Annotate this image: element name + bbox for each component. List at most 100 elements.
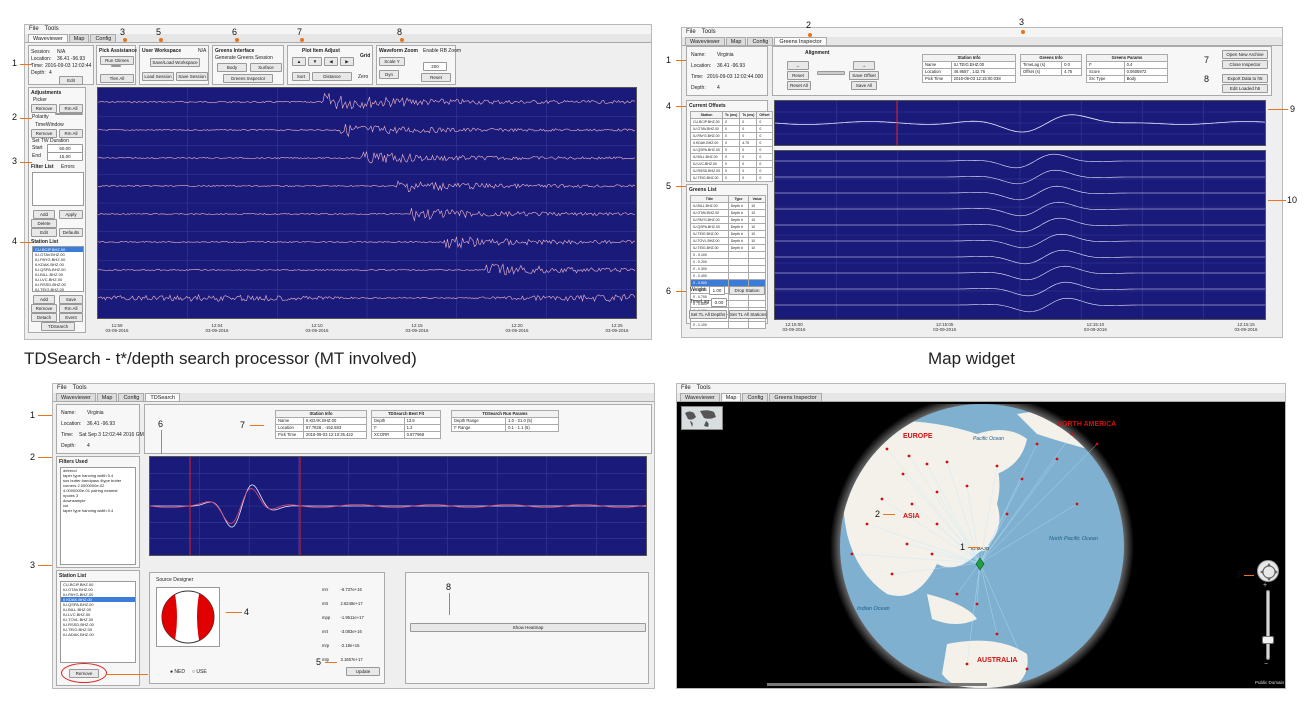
picker-remove-button[interactable]: Remove — [31, 104, 57, 113]
edit-loaded-button[interactable]: Edit Loaded h5 — [1222, 84, 1268, 93]
list-item[interactable]: taper type hanning width 0.4 — [61, 508, 135, 513]
station-rm-all-button[interactable]: Rm All — [59, 304, 83, 313]
align-save-offset-button[interactable]: Save Offset — [849, 71, 879, 80]
tab-config[interactable]: Config — [747, 37, 774, 45]
picker-rm-all-button[interactable]: Rm All — [59, 104, 83, 113]
drop-station-button[interactable]: Drop Station — [729, 286, 765, 295]
list-item[interactable]: IU.ADAK.BHZ.00 — [61, 632, 135, 637]
tab-config[interactable]: Config — [90, 34, 117, 42]
beachball-icon[interactable] — [160, 589, 216, 645]
set-tl-all-stations-button[interactable]: Set TL All Stations — [729, 310, 767, 319]
greens-traces-plot[interactable] — [774, 150, 1266, 320]
table-row[interactable]: IU.LVC.BHZ.00 0 0 0 — [689, 160, 773, 168]
map-nav-control[interactable] — [1257, 560, 1279, 582]
tab-map[interactable]: Map — [68, 34, 90, 42]
table-row[interactable]: CU.BCIP.BHZ.00 0 0 0 — [689, 118, 773, 126]
menu-file[interactable]: File — [57, 384, 67, 393]
align-slider[interactable] — [817, 71, 845, 75]
greens-list-table[interactable]: Title Type Value IU.BILL.BHZ.00 Depth #10 IU.… — [690, 195, 766, 329]
show-heatmap-button[interactable]: Show Heatmap — [410, 623, 646, 632]
station-remove-button[interactable]: Remove — [31, 304, 57, 313]
run-gtimes-button[interactable]: Run Gtimes — [100, 56, 134, 65]
scale-y-button[interactable]: Scale Y — [379, 57, 405, 66]
sort-by-select[interactable]: Distance — [312, 72, 352, 81]
table-row[interactable]: IU.TEIG.BHZ.00 Depth #10 — [690, 244, 766, 252]
zoom-in-icon[interactable]: + — [1263, 582, 1267, 589]
table-row[interactable]: IU.OTAV.BHZ.00 0 0 0 — [689, 125, 773, 133]
tab-config[interactable]: Config — [118, 393, 145, 401]
menu-tools[interactable]: Tools — [45, 25, 59, 34]
table-row[interactable]: 0 - 0.200 — [690, 258, 766, 266]
timelag-spinbox[interactable]: 0.00 — [711, 298, 727, 307]
stacked-greens-plot[interactable] — [774, 100, 1266, 146]
tdsearch-button[interactable]: TDSearch — [41, 322, 75, 331]
table-row[interactable]: IU.BILL.BHZ.00 Depth #10 — [690, 202, 766, 210]
ned-radio[interactable]: ● NED — [170, 669, 185, 675]
zoom-width-input[interactable]: 200 — [423, 62, 447, 71]
pick-radio-button[interactable] — [111, 65, 121, 67]
tab-greens-inspector[interactable]: Greens Inspector — [774, 37, 827, 45]
table-row[interactable]: IU.OTAV.BHZ.00 Depth #10 — [690, 209, 766, 217]
tab-map[interactable]: Map — [96, 393, 118, 401]
table-row[interactable]: II.KDAK.BHZ.00 0 4.75 0 — [689, 139, 773, 147]
errors-tab[interactable]: Errors — [61, 164, 75, 170]
event-button[interactable]: Event — [59, 313, 83, 322]
filters-used-list[interactable]: detrend taper type hanning width 0.4 sos b… — [60, 467, 136, 565]
open-archive-button[interactable]: Open New Archive — [1222, 50, 1268, 59]
table-row[interactable]: IU.TEIG.BHZ.00 Depth #10 — [690, 230, 766, 238]
align-reset-button[interactable]: Reset — [787, 71, 809, 80]
align-left-button[interactable]: ← — [787, 61, 809, 70]
menu-file[interactable]: File — [686, 28, 696, 37]
menu-tools[interactable]: Tools — [702, 28, 716, 37]
tdsearch-fit-plot[interactable] — [149, 456, 647, 556]
tab-waveviewer[interactable]: Waveviewer — [680, 393, 720, 401]
table-row[interactable]: IU.TOVL.BHZ.00 Depth #10 — [690, 237, 766, 245]
offsets-table[interactable]: Station Tc (ms) Ts (ms) Offset CU.BCIP.BHZ.0… — [689, 111, 773, 182]
export-data-button[interactable]: Export Data to h5 — [1222, 74, 1268, 83]
tab-map[interactable]: Map — [720, 393, 742, 401]
sort-button[interactable]: Sort — [292, 72, 310, 81]
weight-spinbox[interactable]: 1.00 — [709, 286, 725, 295]
table-row[interactable]: IU.RSSD.BHZ.00 0 0 0 — [689, 167, 773, 175]
menu-file[interactable]: File — [29, 25, 39, 34]
set-tl-all-depths-button[interactable]: Set TL All Depths — [689, 310, 727, 319]
body-button[interactable]: Body — [217, 63, 247, 72]
menu-tools[interactable]: Tools — [697, 384, 711, 393]
close-inspector-button[interactable]: Close Inspector — [1222, 60, 1268, 69]
station-list[interactable]: CU.BCIP.BHZ.00 IU.OTAV.BHZ.00 IU.PAYG.BHZ.… — [60, 581, 136, 663]
tw-rm-all-button[interactable]: Rm All — [59, 129, 83, 138]
tab-tdsearch[interactable]: TDSearch — [145, 393, 181, 401]
align-reset-all-button[interactable]: Reset All — [787, 81, 811, 90]
filter-add-button[interactable]: Add — [33, 210, 55, 219]
table-row[interactable]: IU.PAYG.BHZ.00 0 0 0 — [689, 132, 773, 140]
menu-tools[interactable]: Tools — [73, 384, 87, 393]
zoom-slider[interactable] — [1266, 590, 1270, 660]
align-right-button[interactable]: → — [853, 61, 875, 70]
table-row[interactable]: IU.QSPA.BHZ.00 Depth #10 — [690, 223, 766, 231]
update-button[interactable]: Update — [346, 667, 380, 676]
tab-greens-inspector[interactable]: Greens Inspector — [769, 393, 822, 401]
table-row[interactable]: IU.BILL.BHZ.00 0 0 0 — [689, 153, 773, 161]
filter-defaults-button[interactable]: Defaults — [59, 228, 83, 237]
use-radio[interactable]: ○ USE — [192, 669, 207, 675]
polarity-select[interactable] — [55, 113, 83, 115]
align-save-all-button[interactable]: Save All — [851, 81, 877, 90]
plot-adjust-left-button[interactable]: ◀ — [324, 57, 338, 66]
list-item[interactable]: IU.TEIG.BHZ.00 — [33, 287, 83, 291]
filter-list[interactable] — [32, 172, 84, 206]
tab-waveviewer[interactable]: Waveviewer — [28, 34, 68, 42]
station-save-button[interactable]: Save — [59, 295, 83, 304]
table-row[interactable]: 0 - 0.300 — [690, 265, 766, 273]
plot-adjust-right-button[interactable]: ▶ — [340, 57, 354, 66]
filter-edit-button[interactable]: Edit — [31, 228, 57, 237]
table-row[interactable]: 0 - 0.400 — [690, 272, 766, 280]
filter-apply-button[interactable]: Apply — [59, 210, 83, 219]
tab-config[interactable]: Config — [742, 393, 769, 401]
zoom-out-icon[interactable]: − — [1264, 661, 1268, 668]
plot-adjust-down-button[interactable]: ▼ — [308, 57, 322, 66]
station-add-button[interactable]: Add — [33, 295, 55, 304]
dyn-select[interactable]: Dyn — [379, 70, 399, 79]
zoom-slider-handle[interactable] — [1262, 636, 1274, 644]
table-row[interactable]: IU.QSPA.BHZ.00 0 0 0 — [689, 146, 773, 154]
load-session-button[interactable]: Load Session — [142, 72, 174, 81]
